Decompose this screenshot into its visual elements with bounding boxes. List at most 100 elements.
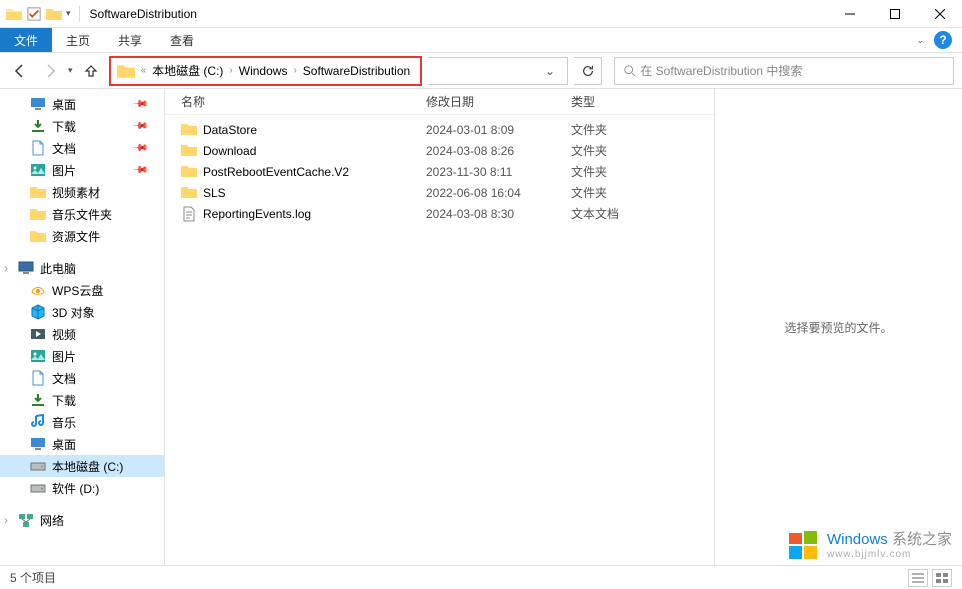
desktop-icon [30, 436, 46, 452]
file-name: Download [203, 144, 426, 158]
file-date: 2023-11-30 8:11 [426, 165, 571, 179]
crumb-current[interactable]: SoftwareDistribution [299, 64, 414, 78]
watermark-logo: Windows 系统之家 www.bjjmlv.com [787, 529, 952, 563]
sidebar-item-label: 软件 (D:) [52, 480, 99, 497]
sidebar-quick-item[interactable]: 桌面📌 [0, 93, 164, 115]
file-type: 文本文档 [571, 205, 691, 222]
column-type[interactable]: 类型 [571, 93, 691, 110]
pin-icon: 📌 [131, 140, 148, 157]
sidebar-item-label: 图片 [52, 348, 76, 365]
help-icon[interactable]: ? [934, 31, 952, 49]
sidebar-item-label: 音乐文件夹 [52, 206, 112, 223]
sidebar-quick-item[interactable]: 图片📌 [0, 159, 164, 181]
search-box[interactable] [614, 57, 954, 85]
sidebar-thispc-item[interactable]: 本地磁盘 (C:) [0, 455, 164, 477]
forward-button[interactable] [38, 59, 62, 83]
back-button[interactable] [8, 59, 32, 83]
sidebar-thispc-item[interactable]: 软件 (D:) [0, 477, 164, 499]
file-row[interactable]: PostRebootEventCache.V22023-11-30 8:11文件… [165, 161, 714, 182]
chevron-left-icon[interactable]: « [139, 65, 149, 76]
history-dropdown-icon[interactable]: ▾ [68, 65, 73, 76]
chevron-right-icon: › [227, 65, 234, 76]
sidebar-item-label: 视频素材 [52, 184, 100, 201]
sidebar-item-label: 文档 [52, 140, 76, 157]
crumb-windows[interactable]: Windows [235, 64, 292, 78]
music-icon [30, 414, 46, 430]
file-name: DataStore [203, 123, 426, 137]
pictures-icon [30, 348, 46, 364]
sidebar-quick-item[interactable]: 下载📌 [0, 115, 164, 137]
sidebar-thispc-item[interactable]: 文档 [0, 367, 164, 389]
desktop-icon [30, 96, 46, 112]
up-button[interactable] [79, 59, 103, 83]
view-details-icon[interactable] [908, 569, 928, 587]
ribbon-tab-view[interactable]: 查看 [156, 28, 208, 52]
sidebar-quick-item[interactable]: 音乐文件夹 [0, 203, 164, 225]
videos-icon [30, 326, 46, 342]
file-name: SLS [203, 186, 426, 200]
pin-icon: 📌 [131, 96, 148, 113]
file-row[interactable]: Download2024-03-08 8:26文件夹 [165, 140, 714, 161]
refresh-button[interactable] [574, 57, 602, 85]
column-name[interactable]: 名称 [181, 93, 426, 110]
chevron-down-icon[interactable]: ▾ [66, 8, 71, 19]
file-row[interactable]: ReportingEvents.log2024-03-08 8:30文本文档 [165, 203, 714, 224]
windows-logo-icon [787, 529, 821, 563]
sidebar-quick-item[interactable]: 文档 📌 [0, 137, 164, 159]
documents-icon [30, 370, 46, 386]
folder-icon-small[interactable] [46, 6, 62, 22]
search-input[interactable] [640, 64, 945, 78]
pictures-icon [30, 162, 46, 178]
sidebar-thispc-item[interactable]: 音乐 [0, 411, 164, 433]
wps-icon [30, 282, 46, 298]
window-title: SoftwareDistribution [90, 7, 197, 21]
file-date: 2024-03-08 8:26 [426, 144, 571, 158]
ribbon-file-tab[interactable]: 文件 [0, 28, 52, 52]
preview-pane: 选择要预览的文件。 [715, 89, 962, 565]
column-date[interactable]: 修改日期 [426, 93, 571, 110]
file-date: 2024-03-01 8:09 [426, 123, 571, 137]
address-bar-rest[interactable]: ⌄ [428, 57, 568, 85]
ribbon-tab-share[interactable]: 共享 [104, 28, 156, 52]
sidebar-item-label: 资源文件 [52, 228, 100, 245]
sidebar-thispc-item[interactable]: 桌面 [0, 433, 164, 455]
file-row[interactable]: DataStore2024-03-01 8:09文件夹 [165, 119, 714, 140]
drive-icon [30, 480, 46, 496]
sidebar-item-label: 3D 对象 [52, 304, 95, 321]
minimize-button[interactable] [827, 0, 872, 28]
folder-icon [6, 6, 22, 22]
downloads-icon [30, 392, 46, 408]
breadcrumb[interactable]: « 本地磁盘 (C:) › Windows › SoftwareDistribu… [109, 56, 423, 86]
file-list: 名称 修改日期 类型 DataStore2024-03-01 8:09文件夹Do… [165, 89, 715, 565]
file-name: ReportingEvents.log [203, 207, 426, 221]
quick-access-checkbox-icon[interactable] [26, 6, 42, 22]
crumb-drive[interactable]: 本地磁盘 (C:) [148, 62, 227, 79]
sidebar-quick-item[interactable]: 资源文件 [0, 225, 164, 247]
sidebar-item-label: 视频 [52, 326, 76, 343]
column-headers: 名称 修改日期 类型 [165, 89, 714, 115]
close-button[interactable] [917, 0, 962, 28]
file-type: 文件夹 [571, 142, 691, 159]
folder-icon [30, 184, 46, 200]
sidebar-item-label: 桌面 [52, 436, 76, 453]
chevron-down-icon[interactable]: ⌄ [539, 64, 561, 78]
view-thumbnails-icon[interactable] [932, 569, 952, 587]
network-icon [18, 512, 34, 528]
maximize-button[interactable] [872, 0, 917, 28]
file-date: 2022-06-08 16:04 [426, 186, 571, 200]
sidebar-item-label: 本地磁盘 (C:) [52, 458, 123, 475]
tree-this-pc[interactable]: 此电脑 [0, 257, 164, 279]
ribbon-expand-icon[interactable]: ⌄ [916, 35, 924, 46]
sidebar-thispc-item[interactable]: 图片 [0, 345, 164, 367]
sidebar-thispc-item[interactable]: WPS云盘 [0, 279, 164, 301]
titlebar: ▾ SoftwareDistribution [0, 0, 962, 28]
sidebar: 桌面📌下载📌文档📌图片📌视频素材音乐文件夹资源文件 此电脑 WPS云盘3D 对象… [0, 89, 165, 565]
sidebar-thispc-item[interactable]: 下载 [0, 389, 164, 411]
sidebar-quick-item[interactable]: 视频素材 [0, 181, 164, 203]
file-row[interactable]: SLS2022-06-08 16:04文件夹 [165, 182, 714, 203]
ribbon-tab-home[interactable]: 主页 [52, 28, 104, 52]
preview-message: 选择要预览的文件。 [784, 319, 892, 336]
sidebar-thispc-item[interactable]: 视频 [0, 323, 164, 345]
tree-network[interactable]: 网络 [0, 509, 164, 531]
sidebar-thispc-item[interactable]: 3D 对象 [0, 301, 164, 323]
